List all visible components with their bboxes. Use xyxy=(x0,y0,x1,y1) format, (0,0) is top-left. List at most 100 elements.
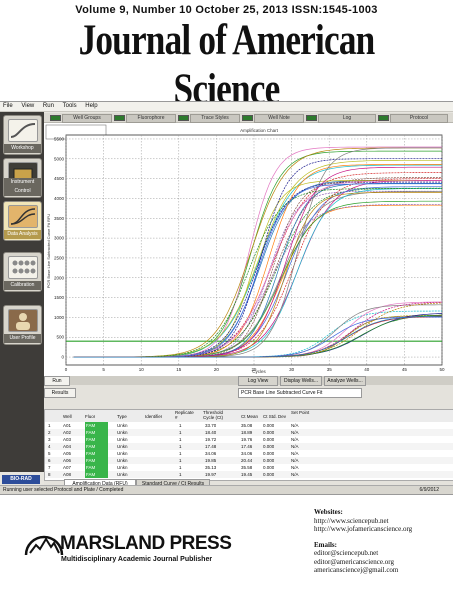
tab-run[interactable]: Run xyxy=(44,376,70,386)
table-cell: A07 xyxy=(63,465,72,470)
menu-help[interactable]: Help xyxy=(85,103,97,109)
toolbar-button-trace-styles[interactable]: Trace Styles xyxy=(190,114,240,123)
table-row[interactable]: 1 A01 FAM Unkn 1 33.70 35.08 0.000 N/A xyxy=(45,422,453,429)
x-tick-label: 45 xyxy=(402,367,408,372)
x-tick-label: 20 xyxy=(214,367,220,372)
table-cell: Unkn xyxy=(117,472,128,477)
amplification-curve-icon xyxy=(8,119,38,142)
email-link[interactable]: americansciencej@gmail.com xyxy=(314,566,453,575)
column-header[interactable]: Well xyxy=(63,413,72,420)
sidebar-item-user-profile[interactable]: User Profile xyxy=(3,305,42,345)
table-cell: N/A xyxy=(291,444,299,449)
column-header[interactable]: Ct Mean xyxy=(241,413,258,420)
display-wells-button[interactable]: Display Wells... xyxy=(280,376,322,386)
email-link[interactable]: editor@sciencepub.net xyxy=(314,549,453,558)
toolbar-button-well-groups[interactable]: Well Groups xyxy=(62,114,112,123)
publisher-name: MARSLAND PRESS xyxy=(60,533,232,554)
table-cell: 0.000 xyxy=(263,465,275,470)
x-tick-label: 50 xyxy=(439,367,445,372)
table-cell: FAM xyxy=(85,422,108,429)
column-header[interactable]: Replicate # xyxy=(175,410,197,420)
table-row[interactable]: 7 A07 FAM Unkn 1 35.13 35.58 0.000 N/A xyxy=(45,464,453,471)
menu-view[interactable]: View xyxy=(21,103,34,109)
table-cell: A02 xyxy=(63,430,72,435)
menu-file[interactable]: File xyxy=(3,103,13,109)
table-row[interactable]: 8 A08 FAM Unkn 1 19.97 19.45 0.000 N/A xyxy=(45,471,453,478)
table-row[interactable]: 6 A06 FAM Unkn 1 19.85 20.44 0.000 N/A xyxy=(45,457,453,464)
table-cell: A04 xyxy=(63,444,72,449)
table-cell: A08 xyxy=(63,472,72,477)
column-header[interactable]: Set Point xyxy=(291,410,311,415)
website-link[interactable]: http://www.jofamericanscience.org xyxy=(314,525,453,534)
status-led xyxy=(242,115,253,121)
table-cell: 0.000 xyxy=(263,437,275,442)
table-cell: 1 xyxy=(179,444,182,449)
row-number: 5 xyxy=(48,451,51,456)
sidebar-item-workshop[interactable]: Workshop xyxy=(3,115,42,155)
toolbar-button-well-note[interactable]: Well Note xyxy=(254,114,304,123)
column-header[interactable]: Threshold Cycle (Ct) xyxy=(203,410,233,420)
status-led xyxy=(114,115,125,121)
toolbar-button-protocol[interactable]: Protocol xyxy=(390,114,448,123)
analysis-mode-select[interactable]: PCR Base Line Subtracted Curve Fit xyxy=(238,388,362,398)
y-tick-label: 3000 xyxy=(54,236,65,241)
websites-heading: Websites: xyxy=(314,508,343,516)
sidebar-item-data-analysis[interactable]: Data Analysis xyxy=(3,201,42,241)
table-cell: FAM xyxy=(85,436,108,443)
column-header[interactable]: Ct Std. Dev xyxy=(263,413,286,420)
plate-grid-icon xyxy=(8,256,38,279)
column-header[interactable]: Identifier xyxy=(145,413,162,420)
table-cell: 18.89 xyxy=(241,430,253,435)
issue-line: Volume 9, Number 10 October 25, 2013 ISS… xyxy=(75,4,378,16)
table-cell: 19.85 xyxy=(205,458,217,463)
table-row[interactable]: 3 A03 FAM Unkn 1 19.72 19.76 0.000 N/A xyxy=(45,436,453,443)
menu-run[interactable]: Run xyxy=(43,103,54,109)
status-led xyxy=(50,115,61,121)
amplification-chart: Amplification Chart 0 5 10 15 20 25 30 35 40 45 50… xyxy=(45,124,445,374)
column-header[interactable]: Type xyxy=(117,413,127,420)
row-number: 7 xyxy=(48,465,51,470)
table-cell: Unkn xyxy=(117,458,128,463)
table-cell: 1 xyxy=(179,472,182,477)
y-tick-label: 0 xyxy=(61,355,64,360)
status-led xyxy=(306,115,317,121)
sidebar-item-label: User Profile xyxy=(4,334,41,343)
email-link[interactable]: editor@americanscience.org xyxy=(314,558,453,567)
toolbar-button-log[interactable]: Log xyxy=(318,114,376,123)
column-header[interactable]: Fluor xyxy=(85,413,95,420)
status-text: Running user selected Protocol and Plate… xyxy=(3,487,124,493)
software-screenshot: File View Run Tools Help Well Groups Flu… xyxy=(0,101,453,495)
row-number: 4 xyxy=(48,444,51,449)
x-tick-label: 5 xyxy=(102,367,105,372)
user-profile-icon xyxy=(8,309,38,332)
x-tick-label: 15 xyxy=(176,367,182,372)
table-cell: 35.58 xyxy=(241,465,253,470)
sidebar-item-instrument-control[interactable]: Instrument Control xyxy=(3,158,42,198)
sidebar-item-label: Instrument Control xyxy=(4,178,41,196)
table-row[interactable]: 4 A04 FAM Unkn 1 17.48 17.46 0.000 N/A xyxy=(45,443,453,450)
table-cell: 35.08 xyxy=(241,423,253,428)
table-cell: FAM xyxy=(85,457,108,464)
table-cell: 0.000 xyxy=(263,472,275,477)
table-cell: FAM xyxy=(85,464,108,471)
log-view-button[interactable]: Log View xyxy=(238,376,278,386)
y-tick-label: 1500 xyxy=(54,295,65,300)
table-cell: FAM xyxy=(85,443,108,450)
table-cell: 35.13 xyxy=(205,465,217,470)
y-tick-label: 4500 xyxy=(54,176,65,181)
publisher-tagline: Multidisciplinary Academic Journal Publi… xyxy=(61,556,213,563)
website-link[interactable]: http://www.sciencepub.net xyxy=(314,517,453,526)
table-cell: Unkn xyxy=(117,437,128,442)
status-led xyxy=(178,115,189,121)
tab-results[interactable]: Results xyxy=(44,388,76,398)
x-tick-label: 40 xyxy=(364,367,370,372)
analyze-wells-button[interactable]: Analyze Wells... xyxy=(324,376,366,386)
table-cell: 0.000 xyxy=(263,451,275,456)
table-row[interactable]: 5 A05 FAM Unkn 1 34.06 34.06 0.000 N/A xyxy=(45,450,453,457)
table-row[interactable]: 2 A02 FAM Unkn 1 18.40 18.89 0.000 N/A xyxy=(45,429,453,436)
menu-tools[interactable]: Tools xyxy=(63,103,77,109)
table-cell: 0.000 xyxy=(263,430,275,435)
row-number: 1 xyxy=(48,423,51,428)
sidebar-item-calibration[interactable]: Calibration xyxy=(3,252,42,292)
toolbar-button-fluorophore[interactable]: Fluorophore xyxy=(126,114,176,123)
